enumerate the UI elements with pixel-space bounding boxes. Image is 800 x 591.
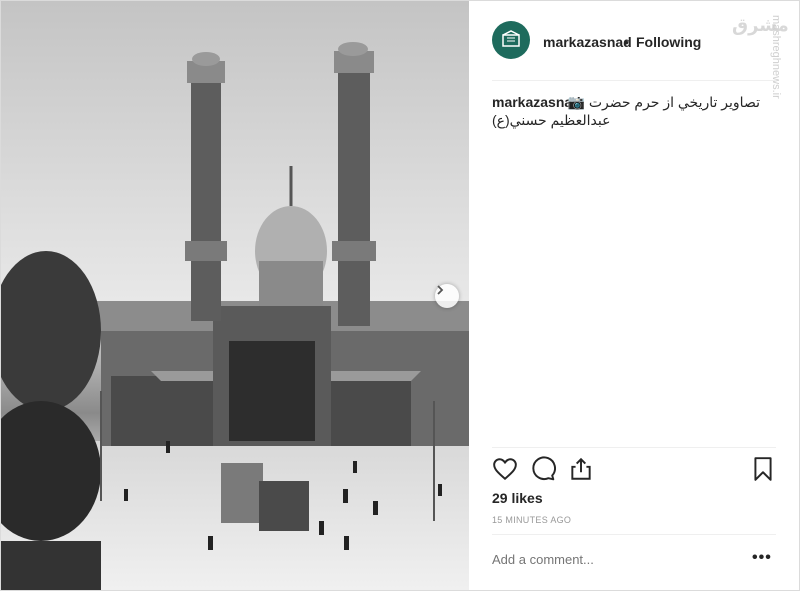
instagram-post-frame: markazasnad • Following مشرق mashreghnew…	[0, 0, 800, 591]
comment-bubble-icon	[532, 456, 556, 481]
comment-divider	[492, 534, 776, 535]
post-timestamp[interactable]: 15 MINUTES AGO	[492, 515, 571, 525]
markazasnad-logo	[502, 30, 520, 47]
next-photo-button[interactable]	[435, 284, 459, 308]
caption-text-line1: تصاویر تاریخي از حرم حضرت 📷	[567, 94, 761, 110]
post-header: markazasnad • Following مشرق mashreghnew…	[470, 1, 799, 99]
share-button[interactable]	[568, 456, 594, 482]
header-divider	[492, 80, 776, 81]
comment-input[interactable]	[492, 552, 732, 567]
heart-icon	[493, 458, 517, 481]
more-options-button[interactable]: •••	[752, 549, 772, 567]
caption-text-line2: عبدالعظیم حسني(ع)	[492, 112, 611, 128]
action-bar	[492, 456, 782, 482]
separator-dot: •	[624, 34, 629, 50]
bookmark-icon	[754, 457, 772, 481]
avatar[interactable]	[492, 21, 530, 59]
shrine-photo-illustration	[1, 1, 469, 590]
save-button[interactable]	[750, 456, 776, 482]
chevron-right-icon	[437, 285, 444, 295]
following-button[interactable]: Following	[636, 34, 701, 50]
likes-count[interactable]: 29 likes	[492, 490, 543, 506]
post-sidebar: markazasnad • Following مشرق mashreghnew…	[470, 1, 799, 590]
actions-divider	[492, 447, 776, 448]
comment-button[interactable]	[530, 456, 556, 482]
username-link[interactable]: markazasnad	[543, 34, 632, 50]
site-url-watermark: mashreghnews.ir	[770, 15, 782, 99]
like-button[interactable]	[492, 456, 518, 482]
share-icon	[571, 457, 591, 480]
post-photo[interactable]	[1, 1, 469, 590]
